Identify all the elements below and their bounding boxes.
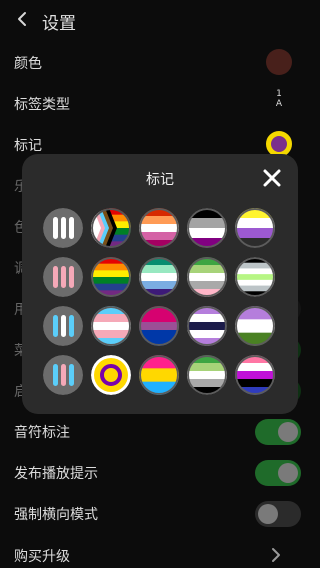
- settings-row-force-landscape[interactable]: 强制横向模式: [0, 493, 320, 533]
- nonbinary-flag-icon[interactable]: [235, 208, 275, 248]
- transgender-flag-icon[interactable]: [91, 306, 131, 346]
- settings-row-label-type[interactable]: 标签类型 1A: [0, 83, 320, 123]
- note-label-text: 音符标注: [14, 425, 70, 441]
- lesbian-flag-icon[interactable]: [139, 208, 179, 248]
- close-icon[interactable]: [260, 166, 284, 190]
- genderqueer-flag-icon[interactable]: [187, 306, 227, 346]
- force-landscape-text: 强制横向模式: [14, 507, 98, 523]
- label-type-indicator[interactable]: 1A: [274, 89, 284, 109]
- blue-pills-icon[interactable]: [43, 306, 83, 346]
- white-pills-icon[interactable]: [43, 208, 83, 248]
- color-label: 颜色: [14, 56, 42, 72]
- dialog-title: 标记: [146, 172, 174, 188]
- genderfluid-flag-icon[interactable]: [235, 355, 275, 395]
- force-landscape-toggle[interactable]: [255, 501, 301, 527]
- aromantic-flag-icon[interactable]: [187, 257, 227, 297]
- settings-row-note-label[interactable]: 音符标注: [0, 411, 320, 451]
- marker-label: 标记: [14, 138, 42, 154]
- settings-row-color[interactable]: 颜色: [0, 42, 320, 82]
- aromantic-green-flag-icon[interactable]: [187, 355, 227, 395]
- pansexual-flag-icon[interactable]: [139, 355, 179, 395]
- nonbinary-grey-flag-icon[interactable]: [187, 208, 227, 248]
- label-type-label: 标签类型: [14, 97, 70, 113]
- release-hint-toggle[interactable]: [255, 460, 301, 486]
- chevron-right-icon: [270, 547, 282, 563]
- header: 设置: [0, 0, 320, 40]
- settings-row-release-hint[interactable]: 发布播放提示: [0, 452, 320, 492]
- color-swatch[interactable]: [266, 49, 292, 75]
- genderqueer-green-flag-icon[interactable]: [235, 306, 275, 346]
- release-hint-text: 发布播放提示: [14, 466, 98, 482]
- back-arrow-icon[interactable]: [14, 10, 32, 28]
- pink-pills-icon[interactable]: [43, 257, 83, 297]
- settings-row-buy-upgrade[interactable]: 购买升级: [0, 535, 320, 568]
- gay-men-flag-icon[interactable]: [139, 257, 179, 297]
- progress-pride-flag-icon[interactable]: [91, 208, 131, 248]
- marker-dialog: 标记: [22, 154, 298, 414]
- page-title: 设置: [42, 14, 76, 34]
- trans-pills-icon[interactable]: [43, 355, 83, 395]
- intersex-flag-icon[interactable]: [91, 355, 131, 395]
- agender-flag-icon[interactable]: [235, 257, 275, 297]
- buy-upgrade-text: 购买升级: [14, 549, 70, 565]
- bisexual-flag-icon[interactable]: [139, 306, 179, 346]
- note-label-toggle[interactable]: [255, 419, 301, 445]
- rainbow-pride-flag-icon[interactable]: [91, 257, 131, 297]
